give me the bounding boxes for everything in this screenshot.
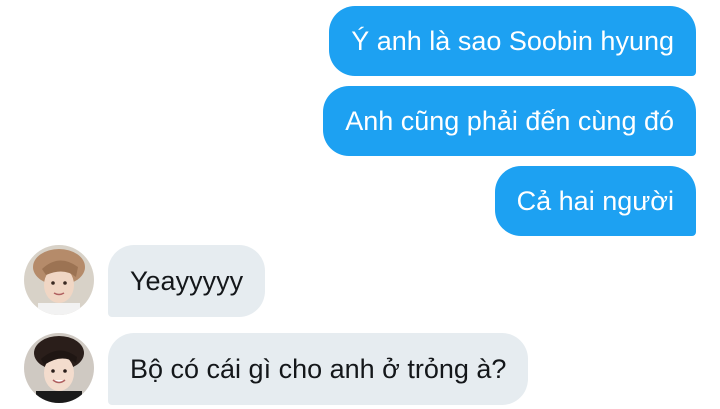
message-text: Anh cũng phải đến cùng đó <box>345 105 674 136</box>
avatar[interactable] <box>24 333 94 403</box>
message-text: Ý anh là sao Soobin hyung <box>351 25 674 56</box>
incoming-message-bubble[interactable]: Yeayyyyy <box>108 245 266 317</box>
message-text: Cả hai người <box>516 185 674 216</box>
message-text: Yeayyyyy <box>130 265 244 296</box>
incoming-message-bubble[interactable]: Bộ có cái gì cho anh ở trỏng à? <box>108 333 529 405</box>
outgoing-message-bubble[interactable]: Ý anh là sao Soobin hyung <box>329 6 696 76</box>
avatar[interactable] <box>24 245 94 315</box>
outgoing-message-bubble[interactable]: Cả hai người <box>494 166 696 236</box>
message-text: Bộ có cái gì cho anh ở trỏng à? <box>130 353 507 384</box>
user-avatar-1-icon <box>24 245 94 315</box>
user-avatar-2-icon <box>24 333 94 403</box>
outgoing-message-bubble[interactable]: Anh cũng phải đến cùng đó <box>323 86 696 156</box>
